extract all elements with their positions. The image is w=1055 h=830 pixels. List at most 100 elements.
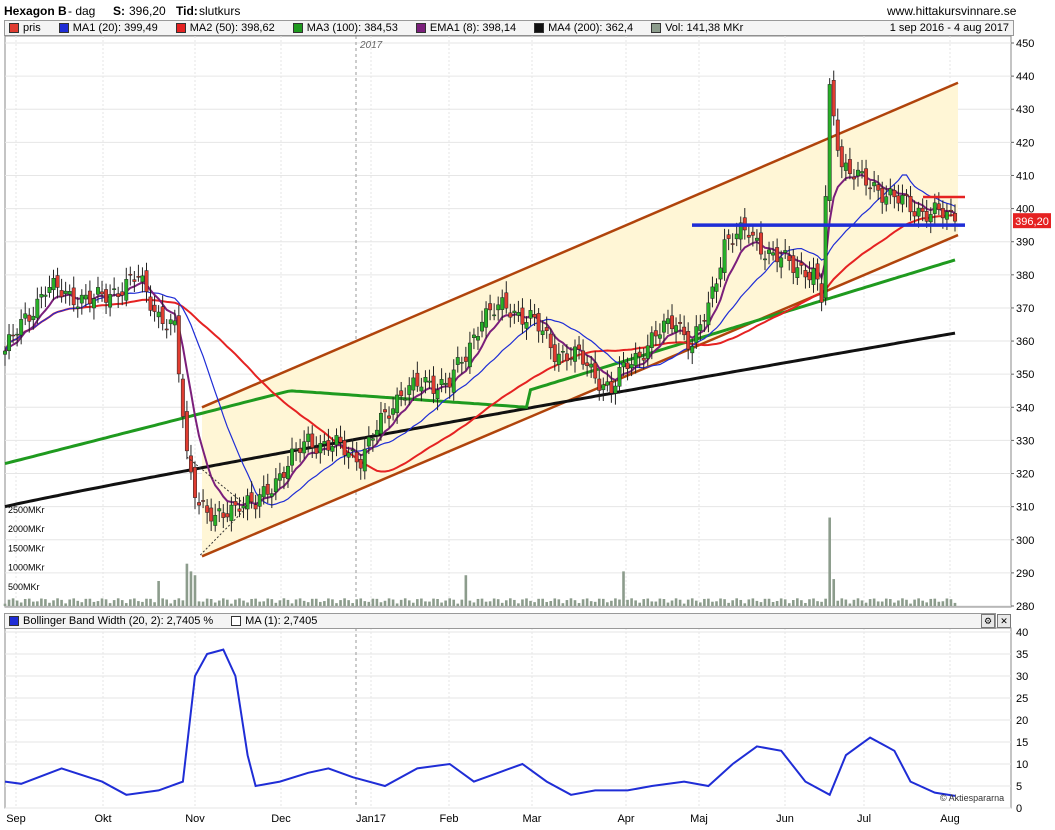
volume-bar [104,599,108,606]
volume-bar [31,601,35,606]
volume-bar [541,598,544,606]
candle-body [298,448,303,453]
volume-bar [921,600,924,606]
y-tick-label: 410 [1016,170,1034,182]
y-tick-label: 440 [1016,71,1034,83]
candle-body [350,449,355,452]
volume-bar [492,598,496,606]
candle-body [439,379,444,386]
candle-body [391,408,396,415]
candle-body [734,233,739,240]
candle-body [435,389,440,399]
volume-bar [589,601,593,606]
y-tick-label: 450 [1016,38,1034,50]
y-tick-label: 320 [1016,469,1034,481]
settings-icon[interactable]: ⚙ [981,614,995,628]
candle-body [19,319,24,336]
volume-bar [270,599,274,606]
candle-body [205,505,210,513]
candle-body [609,381,614,394]
volume-bar [577,603,581,606]
candle-body [953,212,957,222]
candle-body [920,207,925,212]
indicator-y-tick-label: 25 [1016,693,1028,705]
candle-body [564,353,569,362]
volume-bar [221,598,225,606]
candle-body [209,507,214,522]
volume-bar [860,600,864,606]
volume-bar [953,602,957,606]
volume-bar [739,599,743,606]
close-icon[interactable]: ✕ [997,614,1011,628]
candle-body [912,211,917,217]
candle-body [847,159,852,174]
candle-body [633,353,638,366]
candle-body [427,380,432,383]
volume-bar [500,602,504,606]
candle-body [625,362,630,370]
volume-bar [129,599,132,606]
candle-body [140,275,145,283]
volume-bar [226,599,229,606]
volume-bar [331,599,334,606]
volume-bar [820,601,823,606]
volume-bar [767,598,771,606]
volume-bar [355,599,359,606]
volume-bar [3,603,7,606]
volume-bar [416,599,419,606]
volume-bar [448,598,451,606]
volume-tick-label: 1000MKr [8,563,45,573]
volume-bar [343,598,346,606]
candle-body [180,378,185,417]
volume-bar [387,598,391,606]
candle-body [516,312,521,316]
candle-body [908,196,913,213]
candle-body [552,344,557,362]
candle-body [682,326,687,336]
candle-body [884,196,889,205]
candle-body [827,84,832,201]
volume-bar [909,603,912,606]
candle-body [864,168,869,186]
price-chart[interactable]: 396,20 280290300310320330340350360370380… [0,0,1055,830]
candle-body [59,290,64,297]
volume-bar [872,598,876,606]
volume-bar [213,602,217,606]
candle-body [670,315,674,330]
candle-body [674,325,679,333]
candle-body [35,298,40,319]
volume-bar [800,600,803,606]
candle-body [314,447,319,454]
volume-bar [266,598,270,606]
candle-body [569,358,573,360]
candle-body [807,271,812,281]
y-tick-label: 380 [1016,270,1034,282]
candle-body [577,344,581,350]
candle-body [11,334,16,337]
volume-bar [306,602,310,606]
volume-bar [864,602,868,606]
volume-bar [650,601,654,606]
candle-body [641,357,646,361]
candle-body [532,314,537,318]
candle-body [217,508,222,512]
candle-body [229,504,234,522]
candle-body [787,255,792,261]
candle-body [112,288,117,290]
candle-body [213,515,218,526]
candle-body [15,333,20,336]
volume-tick-label: 1500MKr [8,543,45,553]
volume-bar [141,601,144,606]
volume-bar [137,601,140,606]
volume-bar [694,600,698,606]
candle-body [75,306,80,309]
candle-body [512,310,517,313]
candle-body [710,286,715,299]
volume-bar [464,575,468,606]
candle-body [330,446,335,452]
candle-body [286,465,290,480]
candle-body [856,169,860,177]
x-tick-label: Jan17 [356,813,386,825]
candle-body [750,231,755,236]
volume-bar [399,599,403,606]
